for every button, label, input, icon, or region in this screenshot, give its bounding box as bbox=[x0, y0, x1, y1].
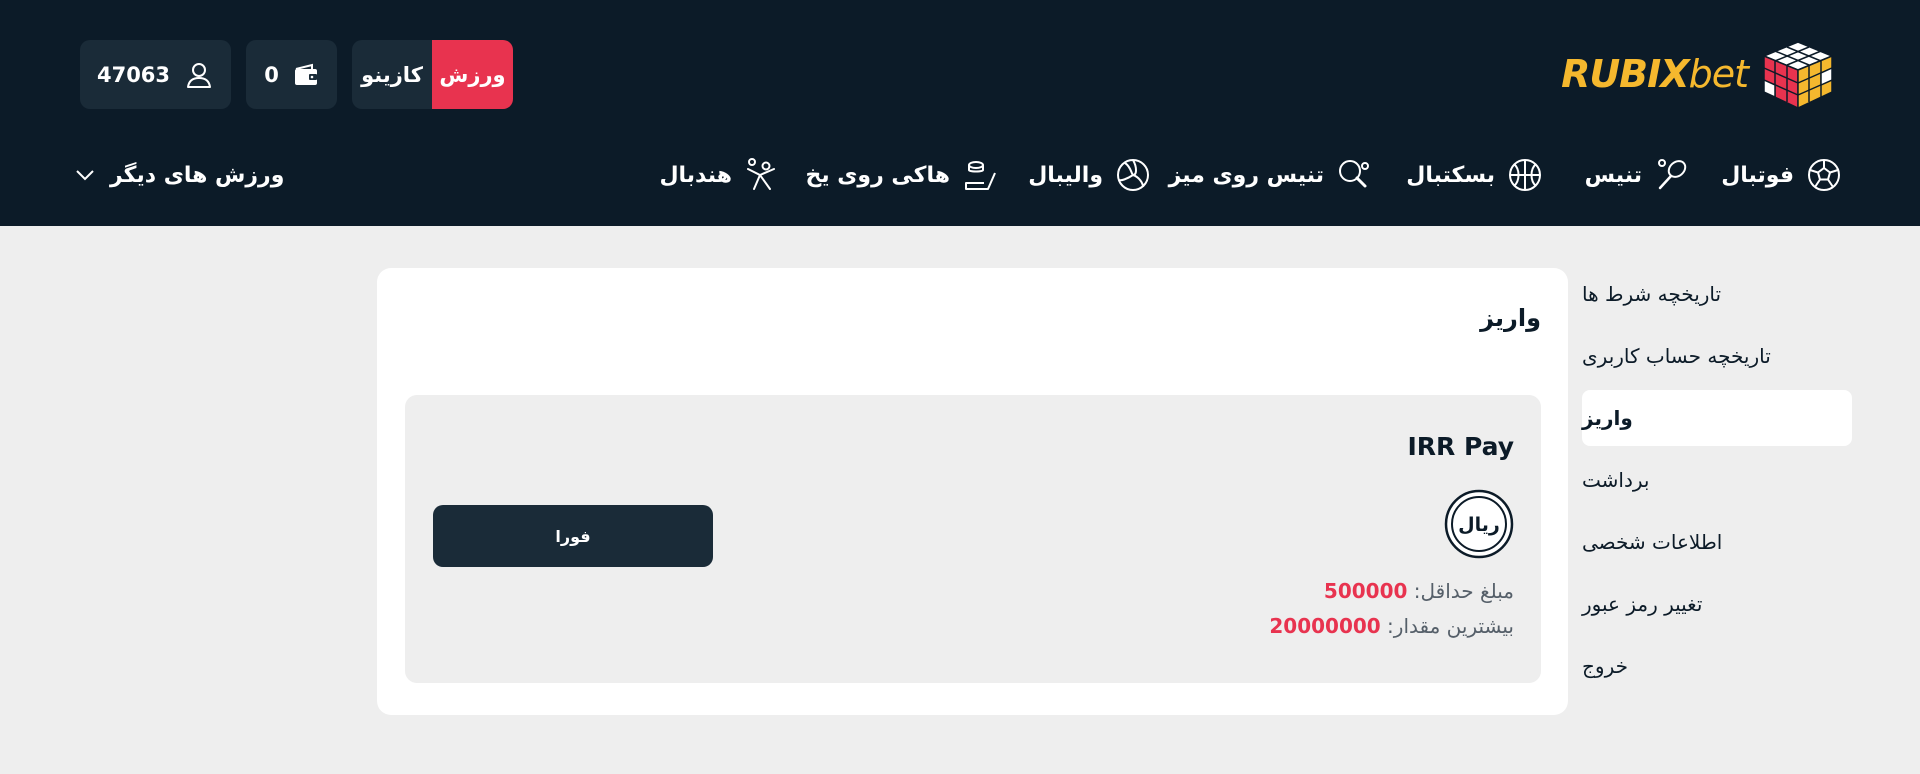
min-amount-value: 500000 bbox=[1323, 579, 1408, 603]
sidebar-item-deposit[interactable]: واریز bbox=[1582, 390, 1852, 446]
deposit-panel: واریز IRR Pay ریال مبلغ حداقل: 500000 بی… bbox=[377, 268, 1568, 715]
handball-icon bbox=[747, 158, 775, 190]
nav-item-football[interactable]: فوتبال bbox=[1721, 154, 1842, 196]
sidebar-item-label: تغییر رمز عبور bbox=[1582, 592, 1703, 616]
rial-currency-icon: ریال bbox=[1444, 489, 1514, 559]
chevron-down-icon bbox=[76, 170, 94, 181]
other-sports-dropdown[interactable]: ورزش های دیگر bbox=[74, 154, 284, 196]
ping-pong-icon bbox=[1339, 160, 1369, 188]
payment-method-card: IRR Pay ریال مبلغ حداقل: 500000 بیشترین … bbox=[405, 395, 1541, 683]
rubiks-cube-icon bbox=[1762, 41, 1834, 110]
nav-item-table-tennis[interactable]: تنیس روی میز bbox=[1169, 154, 1372, 196]
max-amount: بیشترین مقدار: 20000000 bbox=[1269, 614, 1514, 638]
user-icon bbox=[187, 62, 212, 88]
nav-item-tennis[interactable]: تنیس bbox=[1585, 154, 1690, 196]
header-top-row: RUBIXbet ورزش کازینو 0 47063 bbox=[0, 0, 1920, 126]
wallet-button[interactable]: 0 bbox=[246, 40, 337, 109]
ice-hockey-icon bbox=[965, 161, 996, 190]
casino-tab-button[interactable]: کازینو bbox=[352, 40, 432, 109]
logo-text: RUBIXbet bbox=[1561, 52, 1749, 96]
account-sidebar: تاریخچه شرط ها تاریخچه حساب کاربری واریز… bbox=[1582, 266, 1852, 700]
wallet-balance: 0 bbox=[264, 62, 279, 87]
site-header: RUBIXbet ورزش کازینو 0 47063 فوتبال تنیس… bbox=[0, 0, 1920, 226]
nav-item-label: فوتبال bbox=[1721, 162, 1794, 188]
sports-nav: فوتبال تنیس بسکتبال تنیس روی میز والیبال… bbox=[0, 140, 1920, 210]
nav-item-label: تنیس روی میز bbox=[1168, 162, 1324, 188]
casino-tab-label: کازینو bbox=[361, 62, 423, 87]
tennis-racket-icon bbox=[1658, 159, 1687, 190]
sidebar-item-label: برداشت bbox=[1582, 468, 1650, 492]
user-id: 47063 bbox=[96, 62, 171, 87]
basketball-icon bbox=[1509, 159, 1541, 191]
volleyball-icon bbox=[1117, 159, 1149, 191]
rial-icon-text: ریال bbox=[1458, 514, 1500, 536]
sidebar-item-label: تاریخچه شرط ها bbox=[1582, 282, 1722, 306]
sidebar-item-bet-history[interactable]: تاریخچه شرط ها bbox=[1582, 266, 1852, 322]
nav-item-label: هندبال bbox=[659, 162, 732, 188]
sidebar-item-label: واریز bbox=[1582, 406, 1633, 430]
sidebar-item-account-history[interactable]: تاریخچه حساب کاربری bbox=[1582, 328, 1852, 384]
soccer-ball-icon bbox=[1808, 159, 1840, 191]
nav-item-label: بسکتبال bbox=[1406, 162, 1495, 188]
wallet-icon bbox=[294, 63, 317, 85]
nav-item-label: والیبال bbox=[1028, 162, 1103, 188]
logo-main: RUBIX bbox=[1561, 52, 1690, 96]
instant-pay-button[interactable]: فورا bbox=[433, 505, 713, 567]
other-sports-label: ورزش های دیگر bbox=[110, 162, 285, 188]
sidebar-item-logout[interactable]: خروج bbox=[1582, 638, 1852, 694]
sidebar-item-change-password[interactable]: تغییر رمز عبور bbox=[1582, 576, 1852, 632]
nav-item-ice-hockey[interactable]: هاکی روی یخ bbox=[805, 154, 998, 196]
sidebar-item-label: تاریخچه حساب کاربری bbox=[1582, 344, 1771, 368]
user-account-button[interactable]: 47063 bbox=[80, 40, 231, 109]
payment-method-name: IRR Pay bbox=[1407, 432, 1514, 461]
sidebar-item-label: اطلاعات شخصی bbox=[1582, 530, 1723, 554]
sidebar-item-label: خروج bbox=[1582, 654, 1628, 678]
nav-item-handball[interactable]: هندبال bbox=[659, 154, 780, 196]
sport-tab-label: ورزش bbox=[439, 62, 506, 87]
nav-item-basketball[interactable]: بسکتبال bbox=[1406, 154, 1543, 196]
nav-item-label: تنیس bbox=[1584, 162, 1642, 188]
logo[interactable]: RUBIXbet bbox=[1561, 38, 1838, 110]
sport-tab-button[interactable]: ورزش bbox=[432, 40, 513, 109]
sidebar-item-personal-info[interactable]: اطلاعات شخصی bbox=[1582, 514, 1852, 570]
max-amount-value: 20000000 bbox=[1269, 614, 1381, 638]
max-amount-label: بیشترین مقدار: bbox=[1387, 614, 1514, 638]
page-title: واریز bbox=[1480, 304, 1541, 332]
min-amount-label: مبلغ حداقل: bbox=[1413, 579, 1514, 603]
nav-item-volleyball[interactable]: والیبال bbox=[1028, 154, 1151, 196]
sidebar-item-withdraw[interactable]: برداشت bbox=[1582, 452, 1852, 508]
min-amount: مبلغ حداقل: 500000 bbox=[1324, 579, 1514, 603]
logo-suffix: bet bbox=[1688, 52, 1749, 96]
nav-item-label: هاکی روی یخ bbox=[805, 162, 950, 188]
